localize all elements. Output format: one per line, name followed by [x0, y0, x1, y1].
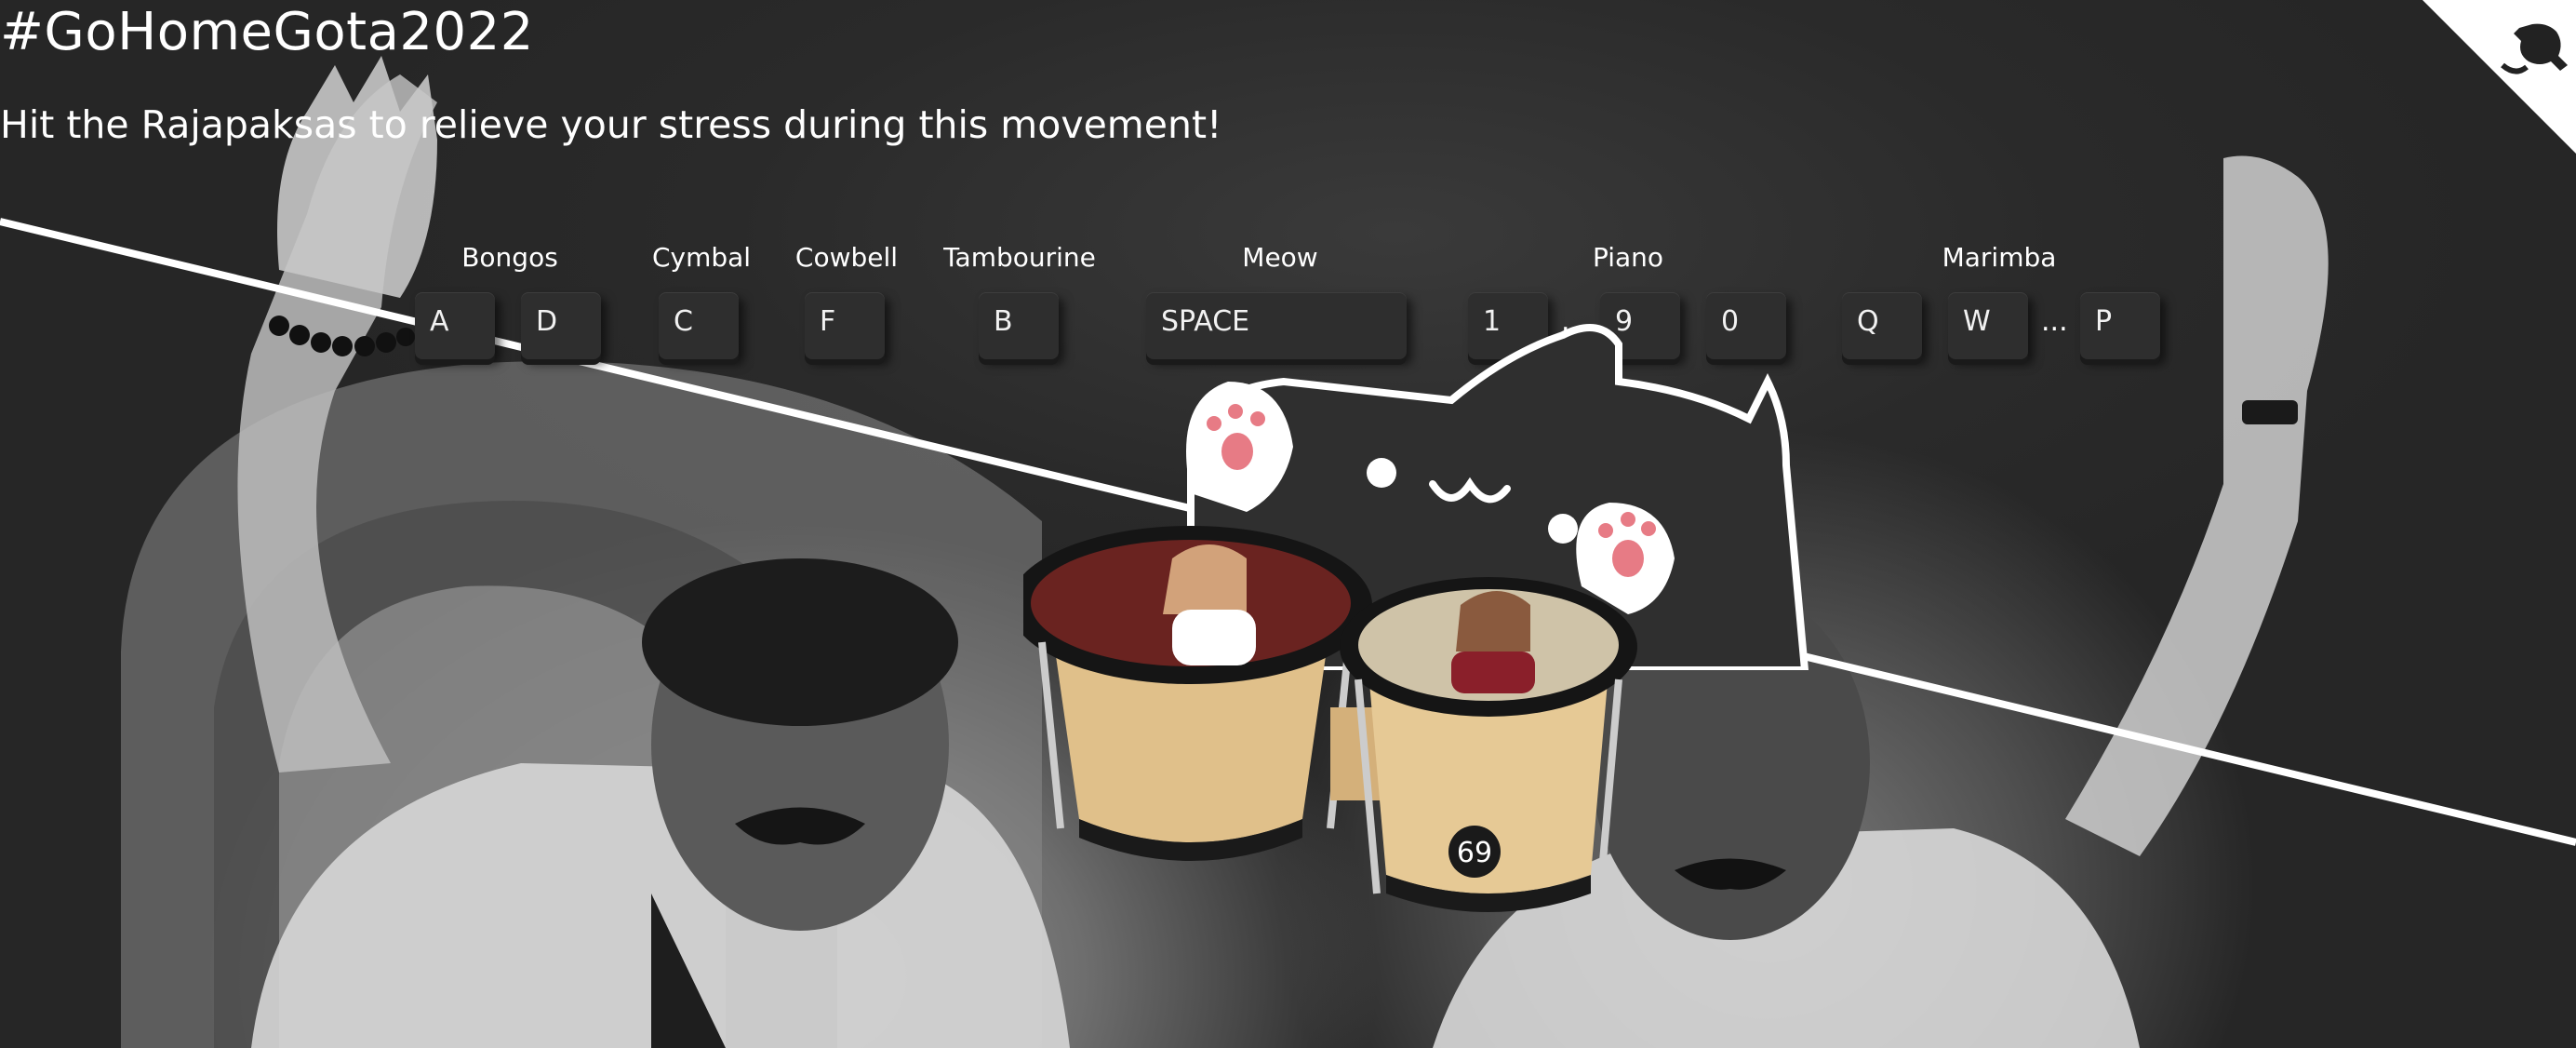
github-corner-link[interactable] — [2423, 0, 2576, 154]
label-piano: Piano — [1592, 242, 1664, 273]
label-cymbal: Cymbal — [651, 242, 752, 273]
bongo-drums-icon: 69 — [1023, 526, 1637, 912]
key-marimba-w[interactable]: W — [1948, 292, 2028, 359]
key-tambourine[interactable]: B — [979, 292, 1059, 359]
key-bongo-right[interactable]: D — [521, 292, 601, 359]
page-subtitle: Hit the Rajapaksas to relieve your stres… — [0, 102, 1222, 147]
drum-number: 69 — [1457, 837, 1492, 869]
label-bongos: Bongos — [461, 242, 558, 273]
key-cowbell[interactable]: F — [805, 292, 885, 359]
marimba-range-ellipsis: ... — [2041, 305, 2068, 338]
label-tambourine: Tambourine — [943, 242, 1096, 273]
label-cowbell: Cowbell — [794, 242, 899, 273]
key-marimba-q[interactable]: Q — [1842, 292, 1922, 359]
key-cymbal[interactable]: C — [659, 292, 739, 359]
label-meow: Meow — [1242, 242, 1318, 273]
page-title: #GoHomeGota2022 — [0, 2, 534, 62]
key-bongo-left[interactable]: A — [415, 292, 495, 359]
label-marimba: Marimba — [1942, 242, 2057, 273]
key-marimba-p[interactable]: P — [2080, 292, 2160, 359]
game-stage[interactable]: #GoHomeGota2022 Hit the Rajapaksas to re… — [0, 0, 2576, 1048]
